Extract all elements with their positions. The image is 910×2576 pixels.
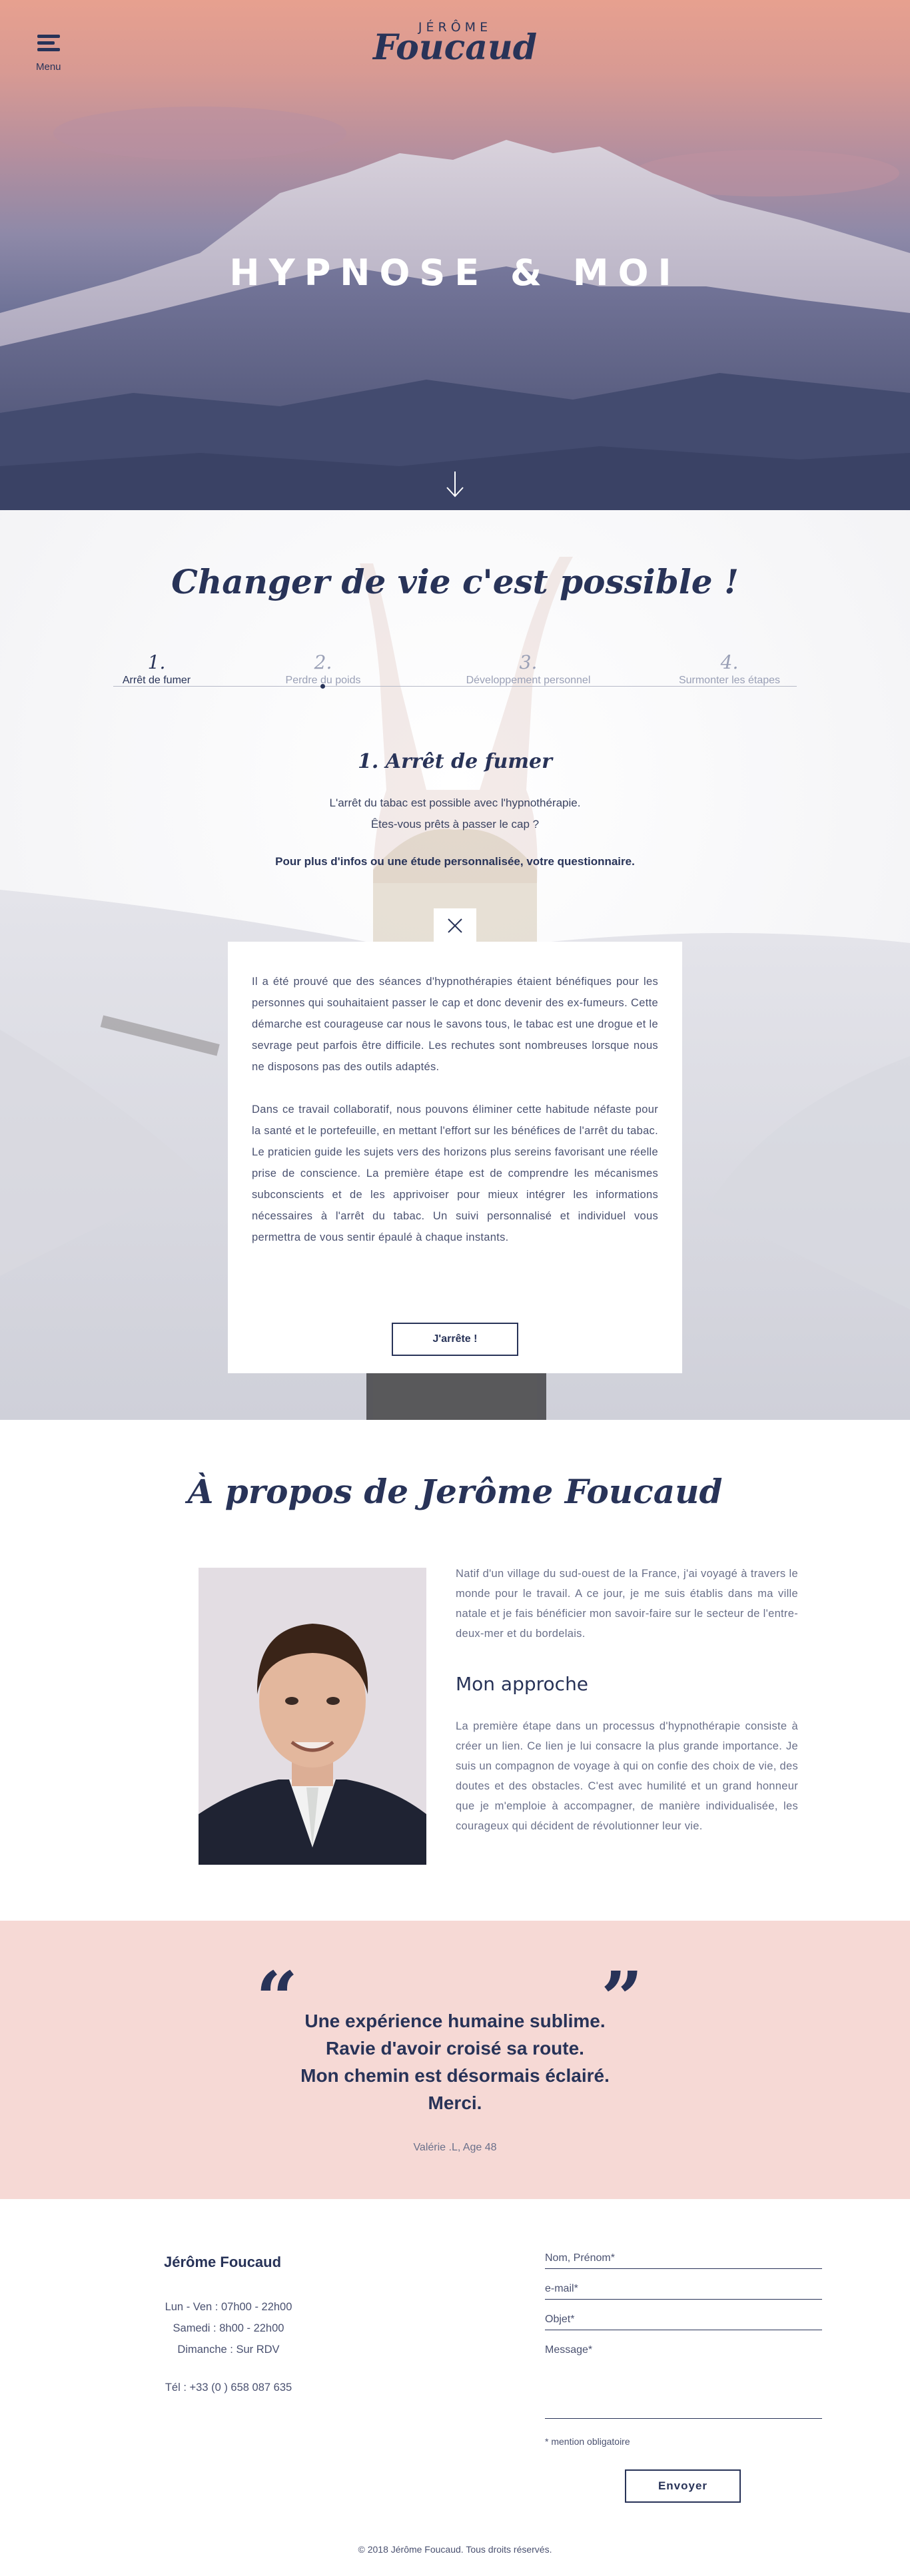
card-paragraph: Dans ce travail collaboratif, nous pouvo… — [252, 1104, 658, 1243]
tab-number: 1. — [147, 651, 166, 673]
jarrete-button[interactable]: J'arrête ! — [392, 1323, 518, 1356]
hours-line: Lun - Ven : 07h00 - 22h00 — [165, 2301, 292, 2313]
portrait-image — [199, 1568, 426, 1865]
questionnaire-link[interactable]: votre questionnaire. — [526, 855, 634, 868]
copyright: © 2018 Jérôme Foucaud. Tous droits réser… — [358, 2544, 552, 2555]
message-field[interactable]: Message* — [545, 2344, 822, 2419]
testimonial-author: Valérie .L, Age 48 — [413, 2142, 497, 2153]
card-paragraph: Il a été prouvé que des séances d'hypnot… — [252, 976, 658, 1073]
tab-label: Perdre du poids — [285, 675, 361, 686]
tab-developpement-personnel[interactable]: 3. Développement personnel — [442, 651, 615, 687]
menu-button[interactable]: Menu — [35, 35, 75, 75]
subject-field[interactable]: Objet* — [545, 2314, 822, 2330]
send-button[interactable]: Envoyer — [625, 2469, 741, 2503]
tab-number: 3. — [519, 651, 538, 673]
quote-line: Ravie d'avoir croisé sa route. — [326, 2038, 584, 2059]
hours-line: Samedi : 8h00 - 22h00 — [173, 2322, 284, 2334]
phone-number[interactable]: Tél : +33 (0 ) 658 087 635 — [139, 2382, 318, 2394]
programs-title: Changer de vie c'est possible ! — [171, 562, 739, 601]
tab-surmonter-les-etapes[interactable]: 4. Surmonter les étapes — [666, 651, 793, 687]
close-card-button[interactable] — [434, 908, 476, 943]
tab-label: Surmonter les étapes — [678, 675, 781, 686]
approach-heading: Mon approche — [456, 1673, 589, 1695]
email-placeholder: e-mail* — [545, 2283, 578, 2294]
subject-placeholder: Objet* — [545, 2314, 575, 2325]
email-field[interactable]: e-mail* — [545, 2283, 822, 2300]
program-tabs: 1. Arrêt de fumer 2. Perdre du poids 3. … — [113, 651, 797, 691]
quote-line: Merci. — [428, 2093, 482, 2113]
tab-label: Arrêt de fumer — [122, 675, 191, 686]
programs-section: Changer de vie c'est possible ! 1. Arrêt… — [0, 510, 910, 1420]
program-detail-card: Il a été prouvé que des séances d'hypnot… — [228, 942, 682, 1373]
testimonial-quote: Une expérience humaine sublime. Ravie d'… — [0, 2007, 910, 2116]
intro-line: L'arrêt du tabac est possible avec l'hyp… — [329, 797, 581, 809]
testimonial-section: “ ” Une expérience humaine sublime. Ravi… — [0, 1921, 910, 2199]
tab-number: 4. — [720, 651, 739, 673]
hours-line: Dimanche : Sur RDV — [177, 2344, 280, 2356]
about-paragraph: Natif d'un village du sud-ouest de la Fr… — [456, 1568, 798, 1640]
quote-line: Mon chemin est désormais éclairé. — [300, 2065, 610, 2086]
approach-paragraph: La première étape dans un processus d'hy… — [456, 1720, 798, 1832]
program-intro: L'arrêt du tabac est possible avec l'hyp… — [0, 793, 910, 835]
footer: Jérôme Foucaud Lun - Ven : 07h00 - 22h00… — [0, 2199, 910, 2576]
opening-hours: Lun - Ven : 07h00 - 22h00 Samedi : 8h00 … — [139, 2296, 318, 2360]
hero-section: Menu JÉRÔME Foucaud HYPNOSE & MOI — [0, 0, 910, 510]
quote-line: Une expérience humaine sublime. — [304, 2011, 606, 2031]
tab-number: 2. — [314, 651, 332, 673]
site-logo[interactable]: JÉRÔME Foucaud — [373, 20, 537, 73]
hero-title: HYPNOSE & MOI — [229, 252, 681, 294]
about-title: À propos de Jerôme Foucaud — [187, 1472, 723, 1511]
name-field[interactable]: Nom, Prénom* — [545, 2252, 822, 2269]
intro-line: Êtes-vous prêts à passer le cap ? — [370, 818, 540, 830]
portrait-photo — [199, 1568, 426, 1865]
close-icon — [448, 918, 462, 933]
arrow-down-icon[interactable] — [445, 470, 465, 498]
cta-text: Pour plus d'infos ou une étude personnal… — [275, 855, 524, 868]
footer-name: Jérôme Foucaud — [164, 2254, 282, 2270]
message-placeholder: Message* — [545, 2344, 593, 2356]
program-subtitle: 1. Arrêt de fumer — [358, 750, 552, 773]
logo-last-name: Foucaud — [373, 27, 538, 68]
tab-label: Développement personnel — [466, 675, 591, 686]
tab-perdre-du-poids[interactable]: 2. Perdre du poids — [260, 651, 386, 687]
about-text: Natif d'un village du sud-ouest de la Fr… — [456, 1564, 798, 1836]
name-placeholder: Nom, Prénom* — [545, 2252, 615, 2264]
required-note: * mention obligatoire — [545, 2436, 630, 2447]
menu-label: Menu — [36, 61, 61, 73]
tab-arret-de-fumer[interactable]: 1. Arrêt de fumer — [93, 651, 220, 687]
about-section: À propos de Jerôme Foucaud Natif d'un vi… — [0, 1420, 910, 1921]
questionnaire-cta: Pour plus d'infos ou une étude personnal… — [0, 855, 910, 868]
